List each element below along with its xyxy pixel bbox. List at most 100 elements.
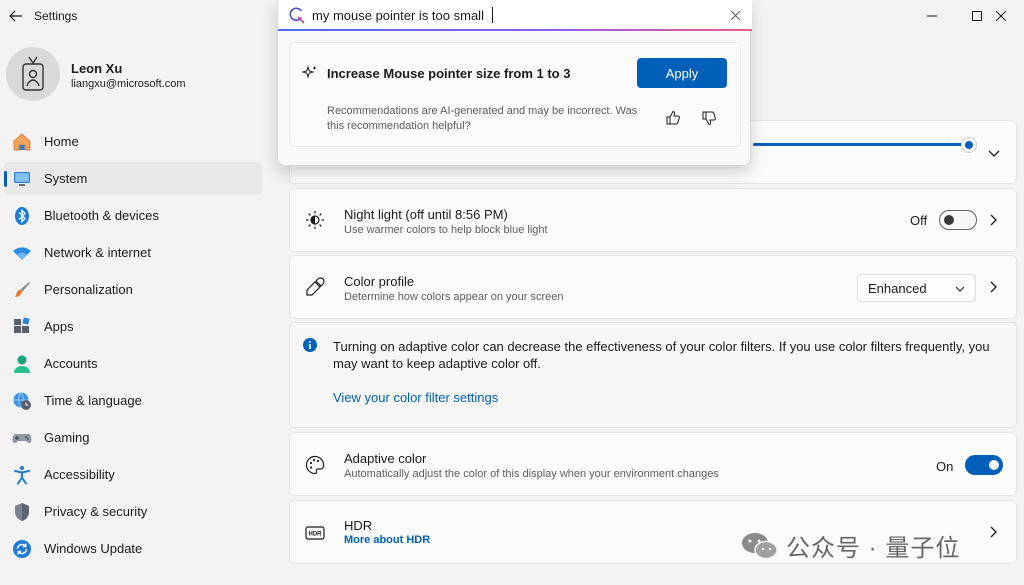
night-light-toggle[interactable] (939, 210, 977, 230)
user-email: liangxu@microsoft.com (71, 78, 186, 90)
badge-person-icon (22, 56, 44, 91)
thumbs-up-button[interactable] (662, 107, 684, 129)
recommendation-card: Increase Mouse pointer size from 1 to 3 … (289, 42, 741, 147)
brightness-slider-track[interactable] (753, 143, 970, 146)
sidebar-item-label: Windows Update (44, 541, 143, 556)
toggle-knob (989, 460, 999, 470)
sidebar-item-label: Privacy & security (44, 504, 148, 519)
hdr-chevron[interactable] (988, 526, 1000, 538)
wechat-icon (742, 532, 778, 559)
watermark-text: 公众号 · 量子位 (786, 535, 961, 562)
back-button[interactable] (4, 4, 28, 28)
apps-icon (12, 316, 32, 337)
sidebar-item-label: System (44, 171, 88, 186)
sidebar-item-privacy[interactable]: Privacy & security (4, 495, 262, 528)
sidebar-item-label: Time & language (44, 393, 142, 408)
chevron-down-icon (988, 150, 1000, 157)
accounts-icon (12, 354, 32, 374)
night-light-chevron[interactable] (988, 214, 1000, 226)
info-message: Turning on adaptive color can decrease t… (333, 339, 990, 371)
avatar[interactable] (6, 47, 60, 101)
hdr-title: HDR (344, 518, 373, 533)
brush-icon (12, 280, 32, 300)
sidebar-item-label: Gaming (44, 430, 90, 445)
bluetooth-icon (12, 206, 32, 226)
app-title: Settings (34, 9, 78, 23)
color-profile-dropdown[interactable]: Enhanced (857, 274, 976, 302)
hdr-link[interactable]: More about HDR (344, 534, 430, 546)
sidebar-item-label: Bluetooth & devices (44, 208, 159, 223)
hdr-icon: HDR (304, 522, 326, 544)
adaptive-color-subtitle: Automatically adjust the color of this d… (344, 468, 719, 480)
chevron-right-icon (990, 214, 997, 226)
color-profile-chevron[interactable] (988, 281, 1000, 293)
sidebar-item-system[interactable]: System (4, 162, 262, 195)
adaptive-color-card[interactable]: Adaptive color Automatically adjust the … (289, 432, 1017, 496)
color-profile-title: Color profile (344, 274, 415, 289)
sidebar-item-label: Home (44, 134, 79, 149)
sidebar-item-personalization[interactable]: Personalization (4, 273, 262, 306)
expand-button[interactable] (988, 148, 1000, 160)
sidebar-item-label: Personalization (44, 282, 133, 297)
sidebar-item-apps[interactable]: Apps (4, 310, 262, 343)
sidebar-item-accounts[interactable]: Accounts (4, 347, 262, 380)
sidebar-item-label: Network & internet (44, 245, 151, 260)
info-banner: Turning on adaptive color can decrease t… (289, 322, 1017, 428)
minimize-button[interactable] (909, 0, 955, 32)
sidebar-item-home[interactable]: Home (4, 125, 262, 158)
network-icon (12, 243, 32, 263)
chevron-right-icon (990, 281, 997, 293)
clear-search-button[interactable] (728, 8, 742, 22)
adaptive-color-title: Adaptive color (344, 451, 427, 466)
palette-icon (304, 454, 326, 476)
eyedropper-icon (304, 276, 326, 298)
sidebar-item-label: Apps (44, 319, 74, 334)
user-name: Leon Xu (71, 61, 123, 76)
color-filter-settings-link[interactable]: View your color filter settings (333, 390, 498, 405)
sidebar-item-windows-update[interactable]: Windows Update (4, 532, 262, 565)
close-icon (996, 11, 1006, 21)
sidebar-item-accessibility[interactable]: Accessibility (4, 458, 262, 491)
night-light-title: Night light (off until 8:56 PM) (344, 207, 508, 222)
globe-clock-icon (12, 391, 32, 411)
chevron-right-icon (990, 526, 997, 538)
search-input[interactable] (312, 5, 712, 25)
system-icon (12, 169, 32, 189)
watermark: 公众号 · 量子位 (740, 528, 960, 563)
adaptive-color-toggle[interactable] (965, 455, 1003, 475)
adaptive-color-state: On (936, 459, 954, 474)
search-accent-underline (278, 29, 752, 31)
gamepad-icon (12, 428, 32, 448)
night-light-state: Off (910, 213, 928, 228)
accessibility-icon (12, 465, 32, 485)
recommendation-title: Increase Mouse pointer size from 1 to 3 (327, 66, 571, 81)
toggle-knob (944, 215, 954, 225)
sidebar-item-label: Accounts (44, 356, 98, 371)
home-icon (12, 132, 32, 152)
night-light-card[interactable]: Night light (off until 8:56 PM) Use warm… (289, 188, 1017, 252)
close-icon (730, 10, 740, 20)
close-button[interactable] (978, 0, 1024, 32)
thumbs-down-button[interactable] (698, 107, 720, 129)
chevron-down-icon (955, 284, 965, 294)
search-popup: Increase Mouse pointer size from 1 to 3 … (277, 0, 752, 166)
apply-button[interactable]: Apply (637, 58, 727, 88)
update-icon (12, 539, 32, 559)
shield-icon (12, 502, 32, 522)
back-arrow-icon (9, 10, 22, 22)
sidebar-item-label: Accessibility (44, 467, 115, 482)
color-profile-subtitle: Determine how colors appear on your scre… (344, 291, 564, 303)
brightness-slider-thumb[interactable] (961, 137, 977, 153)
sidebar-item-time-language[interactable]: Time & language (4, 384, 262, 417)
search-bar[interactable] (278, 0, 752, 31)
thumbs-up-icon (666, 110, 680, 125)
color-profile-card[interactable]: Color profile Determine how colors appea… (289, 255, 1017, 319)
sidebar-nav: Home System Bluetooth & devices Network … (4, 125, 262, 569)
svg-text:HDR: HDR (309, 532, 323, 538)
sidebar-item-gaming[interactable]: Gaming (4, 421, 262, 454)
text-caret (492, 7, 493, 23)
sidebar-item-bluetooth[interactable]: Bluetooth & devices (4, 199, 262, 232)
thumbs-down-icon (702, 111, 716, 126)
sidebar-item-network[interactable]: Network & internet (4, 236, 262, 269)
minimize-icon (927, 15, 937, 17)
